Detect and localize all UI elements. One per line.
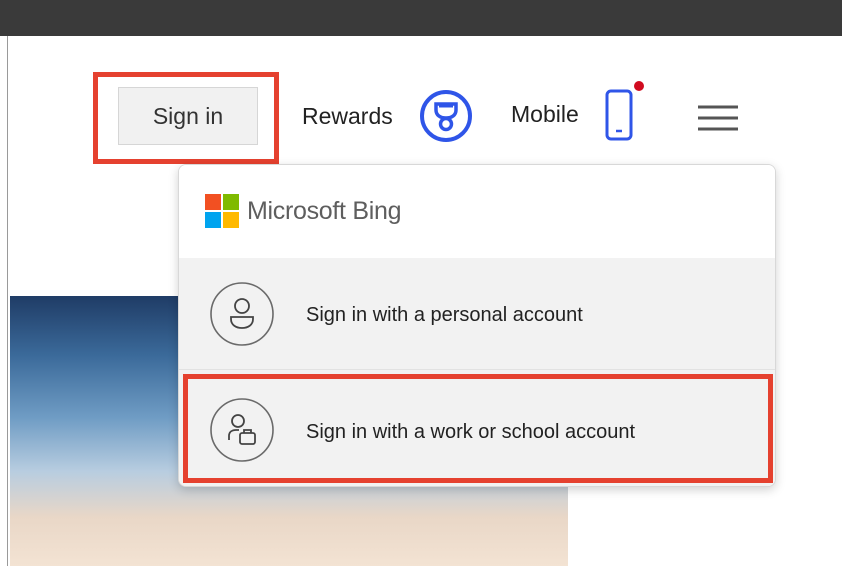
page-left-edge (0, 36, 8, 566)
notification-dot (634, 81, 644, 91)
mobile-phone-icon[interactable] (604, 88, 634, 142)
brand-name: Microsoft Bing (247, 197, 402, 225)
person-icon (210, 282, 274, 346)
work-account-highlight (183, 374, 773, 483)
personal-account-option[interactable]: Sign in with a personal account (179, 258, 775, 370)
flyout-brand-header: Microsoft Bing (179, 165, 775, 258)
rewards-link[interactable]: Rewards (302, 103, 393, 130)
rewards-trophy-icon[interactable] (419, 89, 473, 143)
hamburger-menu-icon[interactable] (698, 104, 738, 132)
browser-top-bar (0, 0, 842, 36)
microsoft-logo-icon (205, 194, 239, 228)
mobile-link[interactable]: Mobile (511, 101, 579, 128)
sign-in-highlight (93, 72, 279, 164)
personal-account-label: Sign in with a personal account (306, 304, 583, 326)
